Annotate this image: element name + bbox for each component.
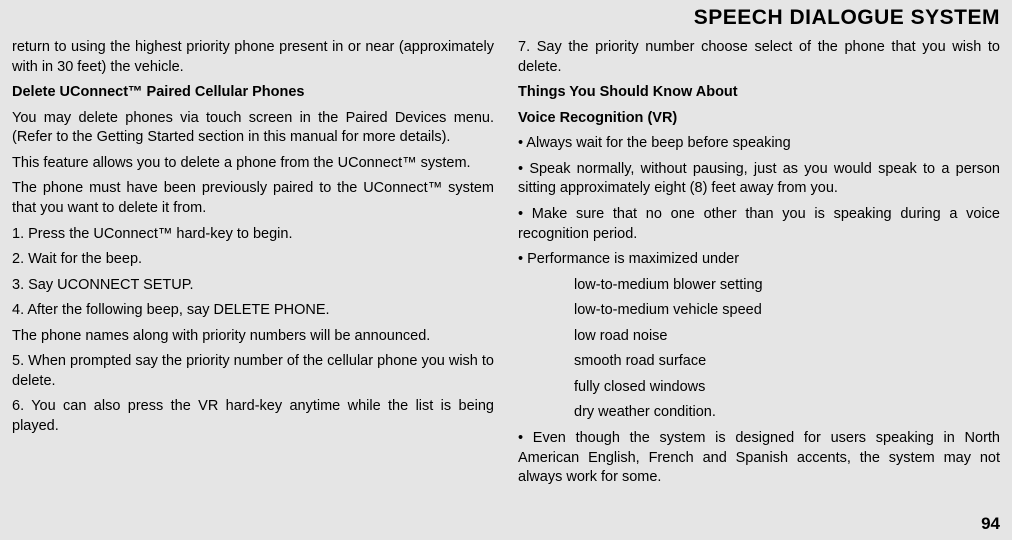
body-text: The phone names along with priority numb… — [12, 327, 494, 347]
section-heading: Delete UConnect™ Paired Cellular Phones — [12, 83, 494, 103]
right-column: 7. Say the priority number choose select… — [518, 38, 1000, 510]
sub-bullet-text: fully closed windows — [518, 378, 1000, 398]
step-text: 6. You can also press the VR hard-key an… — [12, 397, 494, 436]
page-footer: 94 — [0, 510, 1012, 540]
body-text: You may delete phones via touch screen i… — [12, 109, 494, 148]
left-column: return to using the highest priority pho… — [12, 38, 494, 510]
step-text: 2. Wait for the beep. — [12, 250, 494, 270]
bullet-text: • Even though the system is designed for… — [518, 429, 1000, 488]
body-text: The phone must have been previously pair… — [12, 179, 494, 218]
step-text: 3. Say UCONNECT SETUP. — [12, 276, 494, 296]
section-heading: Things You Should Know About — [518, 83, 1000, 103]
body-text: This feature allows you to delete a phon… — [12, 154, 494, 174]
sub-bullet-text: low-to-medium vehicle speed — [518, 301, 1000, 321]
bullet-text: • Speak normally, without pausing, just … — [518, 160, 1000, 199]
bullet-text: • Make sure that no one other than you i… — [518, 205, 1000, 244]
step-text: 1. Press the UConnect™ hard-key to begin… — [12, 225, 494, 245]
step-text: 4. After the following beep, say DELETE … — [12, 301, 494, 321]
bullet-text: • Always wait for the beep before speaki… — [518, 134, 1000, 154]
sub-bullet-text: dry weather condition. — [518, 403, 1000, 423]
page-container: SPEECH DIALOGUE SYSTEM return to using t… — [0, 0, 1012, 540]
section-heading: Voice Recognition (VR) — [518, 109, 1000, 129]
sub-bullet-text: low road noise — [518, 327, 1000, 347]
sub-bullet-text: low-to-medium blower setting — [518, 276, 1000, 296]
page-title: SPEECH DIALOGUE SYSTEM — [694, 6, 1000, 29]
bullet-text: • Performance is maximized under — [518, 250, 1000, 270]
step-text: 7. Say the priority number choose select… — [518, 38, 1000, 77]
page-number: 94 — [981, 514, 1000, 533]
body-text: return to using the highest priority pho… — [12, 38, 494, 77]
page-header: SPEECH DIALOGUE SYSTEM — [0, 0, 1012, 34]
sub-bullet-text: smooth road surface — [518, 352, 1000, 372]
step-text: 5. When prompted say the priority number… — [12, 352, 494, 391]
content-area: return to using the highest priority pho… — [0, 34, 1012, 510]
